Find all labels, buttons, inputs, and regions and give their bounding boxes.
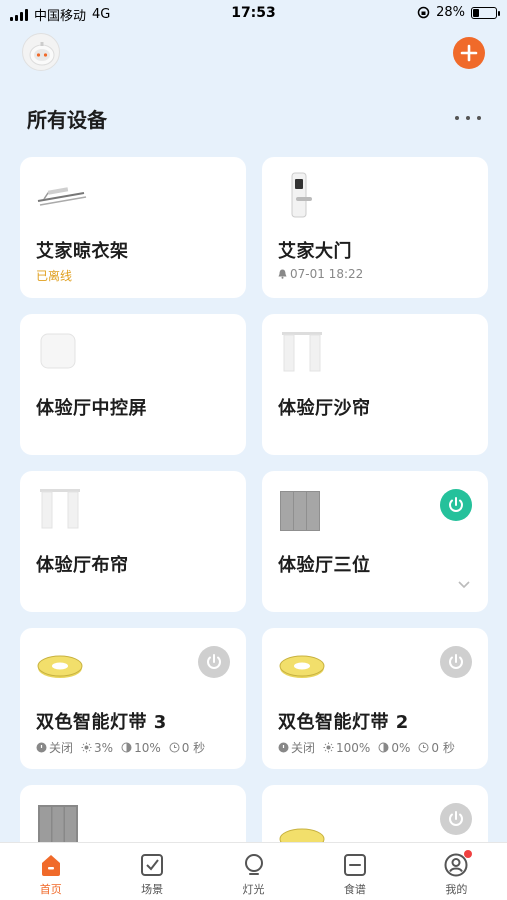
contrast-icon (121, 742, 132, 753)
device-name: 体验厅沙帘 (278, 398, 371, 419)
tab-recipes[interactable]: 食谱 (304, 843, 405, 900)
device-grid: 艾家晾衣架 已离线 艾家大门 07-01 18:22 体验厅中控屏 体验厅沙帘 … (20, 157, 488, 842)
power-status-icon (36, 742, 47, 753)
clock-icon (418, 742, 429, 753)
drying-rack-icon (37, 187, 87, 206)
device-name: 体验厅中控屏 (36, 398, 147, 419)
tab-home[interactable]: 首页 (0, 843, 101, 900)
device-name: 双色智能灯带 3 (36, 712, 167, 733)
device-list-viewport[interactable]: 艾家晾衣架 已离线 艾家大门 07-01 18:22 体验厅中控屏 体验厅沙帘 … (0, 0, 507, 842)
device-name: 艾家大门 (278, 241, 352, 262)
tab-label: 食谱 (343, 883, 366, 896)
device-card-door[interactable]: 艾家大门 07-01 18:22 (262, 157, 488, 298)
power-state: 关闭 (49, 741, 74, 755)
device-name: 艾家晾衣架 (36, 241, 129, 262)
brightness-value: 3% (94, 740, 114, 755)
switch-panel-icon (38, 805, 78, 842)
brightness-stat: 100% (323, 739, 370, 756)
timer-value: 0 秒 (431, 741, 455, 755)
triple-switch-icon (280, 491, 320, 531)
device-name: 双色智能灯带 2 (278, 712, 409, 733)
event-time: 07-01 18:22 (290, 267, 364, 281)
notification-dot (464, 850, 473, 858)
brightness-stat: 3% (81, 739, 113, 756)
tab-label: 场景 (141, 883, 164, 896)
device-stats: 关闭 3% 10% 0 秒 (36, 739, 205, 756)
power-icon (207, 654, 221, 669)
device-card-light-strip-2[interactable]: 双色智能灯带 2 关闭 100% 0% 0 秒 (262, 628, 488, 769)
home-icon (41, 855, 60, 876)
recipe-icon (343, 854, 366, 876)
tab-scenes[interactable]: 场景 (101, 843, 202, 900)
device-card-light-strip[interactable] (262, 785, 488, 842)
device-status-offline: 已离线 (36, 269, 73, 283)
power-stat: 关闭 (36, 739, 73, 756)
color-temp-value: 0% (391, 740, 411, 755)
tab-label: 灯光 (242, 883, 265, 896)
tab-profile[interactable]: 我的 (406, 843, 507, 900)
timer-value: 0 秒 (181, 741, 206, 755)
device-name: 体验厅三位 (278, 555, 371, 576)
brightness-value: 100% (336, 740, 371, 755)
color-temp-value: 10% (134, 740, 161, 755)
power-toggle[interactable] (440, 646, 472, 678)
power-toggle[interactable] (198, 646, 230, 678)
tab-bar: 首页 场景 灯光 食谱 我的 (0, 842, 507, 900)
scene-check-icon (141, 854, 164, 876)
timer-stat: 0 秒 (418, 739, 455, 756)
light-strip-icon (279, 828, 325, 842)
curtain-icon (282, 332, 322, 372)
sun-icon (323, 742, 334, 753)
device-stats: 关闭 100% 0% 0 秒 (278, 739, 455, 756)
power-toggle[interactable] (440, 489, 472, 521)
power-icon (449, 654, 463, 669)
door-lock-icon (291, 172, 312, 218)
chevron-down-icon[interactable] (458, 581, 470, 589)
color-temp-stat: 0% (378, 739, 410, 756)
device-card-control-screen[interactable]: 体验厅中控屏 (20, 314, 246, 455)
bulb-icon (244, 854, 263, 875)
power-icon (449, 811, 463, 826)
contrast-icon (378, 742, 389, 753)
tab-label: 首页 (39, 883, 62, 896)
light-strip-icon (279, 655, 325, 678)
timer-stat: 0 秒 (169, 739, 205, 756)
power-state: 关闭 (291, 741, 316, 755)
bell-icon (278, 269, 287, 279)
power-stat: 关闭 (278, 739, 315, 756)
power-icon (449, 497, 463, 512)
tab-lighting[interactable]: 灯光 (203, 843, 304, 900)
light-strip-icon (37, 655, 83, 678)
curtain-icon (40, 489, 80, 529)
device-last-event: 07-01 18:22 (278, 267, 363, 281)
clock-icon (169, 742, 180, 753)
color-temp-stat: 10% (121, 739, 161, 756)
tab-label: 我的 (445, 883, 468, 896)
sun-icon (81, 742, 92, 753)
device-name: 体验厅布帘 (36, 555, 129, 576)
device-card-sheer-curtain[interactable]: 体验厅沙帘 (262, 314, 488, 455)
control-panel-icon (40, 333, 76, 369)
device-card-switch-panel[interactable] (20, 785, 246, 842)
power-status-icon (278, 742, 289, 753)
device-card-cloth-curtain[interactable]: 体验厅布帘 (20, 471, 246, 612)
power-toggle[interactable] (440, 803, 472, 835)
device-card-triple-switch[interactable]: 体验厅三位 (262, 471, 488, 612)
device-card-drying-rack[interactable]: 艾家晾衣架 已离线 (20, 157, 246, 298)
device-card-light-strip-3[interactable]: 双色智能灯带 3 关闭 3% 10% 0 秒 (20, 628, 246, 769)
